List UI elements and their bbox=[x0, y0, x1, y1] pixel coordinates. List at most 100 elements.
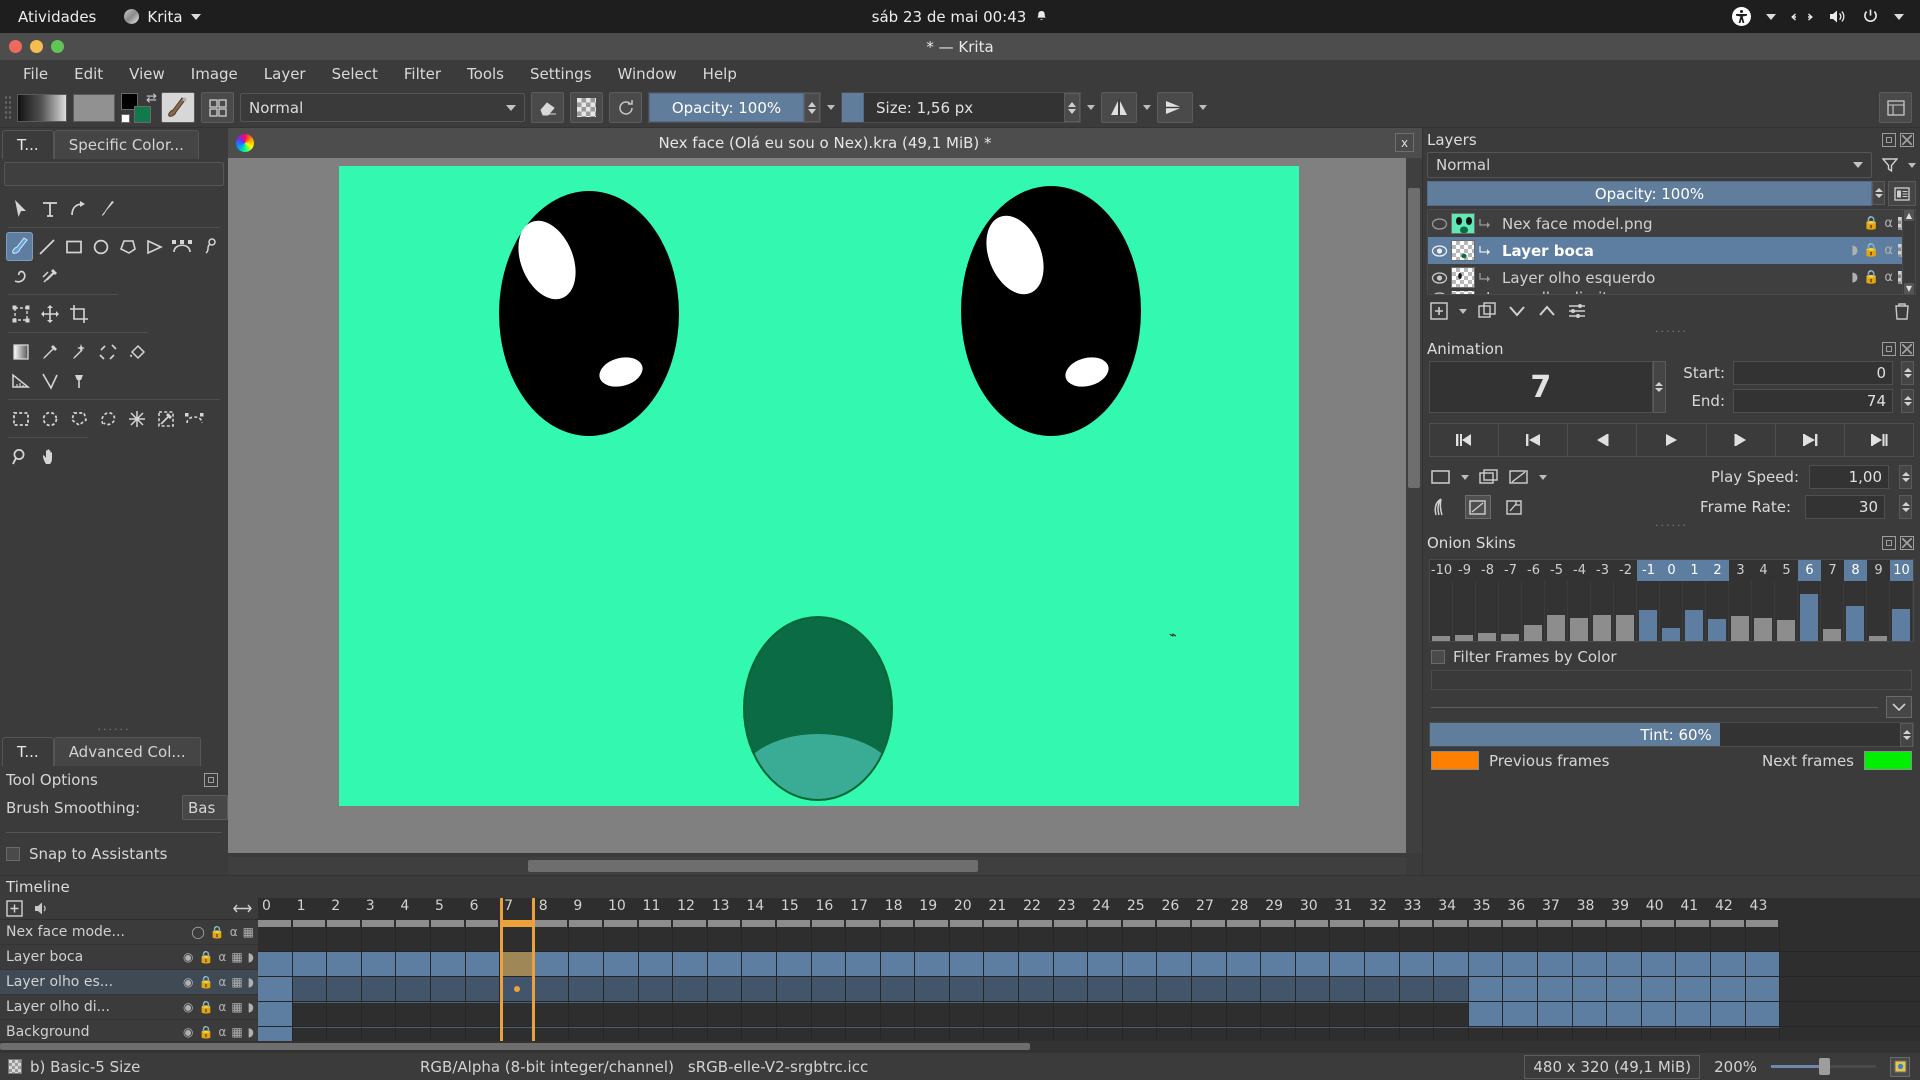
timeline-frame-cell[interactable] bbox=[1400, 977, 1435, 1001]
onion-tick--2[interactable]: -2 bbox=[1614, 560, 1637, 581]
add-keyframe-icon[interactable] bbox=[6, 900, 23, 917]
timeline-frame-label-16[interactable]: 16 bbox=[812, 898, 847, 920]
end-frame-field[interactable]: 74 bbox=[1733, 389, 1893, 413]
next-keyframe-icon[interactable] bbox=[1776, 424, 1845, 456]
tint-spinner[interactable] bbox=[1900, 723, 1913, 747]
alpha-lock-icon[interactable]: ▦ bbox=[231, 1000, 242, 1014]
timeline-frame-cell[interactable] bbox=[1607, 927, 1642, 951]
timeline-frame-cell[interactable] bbox=[1192, 952, 1227, 976]
reload-preset-button[interactable] bbox=[609, 92, 642, 123]
timeline-frame-label-4[interactable]: 4 bbox=[396, 898, 431, 920]
timeline-frame-cell[interactable] bbox=[1434, 927, 1469, 951]
timeline-frame-cell[interactable] bbox=[846, 977, 881, 1001]
timeline-frame-cell[interactable] bbox=[742, 952, 777, 976]
timeline-frame-cell[interactable] bbox=[1192, 1002, 1227, 1026]
brush-presets-popup-button[interactable] bbox=[201, 92, 234, 123]
timeline-playhead[interactable] bbox=[500, 898, 535, 1052]
previous-frame-icon[interactable] bbox=[1568, 424, 1637, 456]
timeline-frame-cell[interactable] bbox=[535, 952, 570, 976]
onion-tick-6[interactable]: 6 bbox=[1798, 560, 1821, 581]
timeline-frame-cell[interactable] bbox=[396, 1002, 431, 1026]
play-speed-field[interactable]: 1,00 bbox=[1809, 465, 1889, 489]
timeline-frame-label-23[interactable]: 23 bbox=[1054, 898, 1089, 920]
power-icon[interactable] bbox=[1862, 8, 1879, 25]
canvas-horizontal-scrollbar[interactable] bbox=[228, 857, 1406, 875]
timeline-frame-cell[interactable] bbox=[708, 927, 743, 951]
onion-tick-1[interactable]: 1 bbox=[1683, 560, 1706, 581]
timeline-frame-cell[interactable] bbox=[1296, 952, 1331, 976]
onion-bar--1[interactable] bbox=[1637, 581, 1660, 641]
alpha-icon[interactable]: α bbox=[218, 1025, 226, 1039]
lock-icon[interactable]: 🔒 bbox=[1863, 270, 1879, 285]
dynamic-brush-icon[interactable] bbox=[6, 261, 35, 290]
timeline-frame-cell[interactable] bbox=[915, 952, 950, 976]
timeline-frame-cell[interactable] bbox=[535, 977, 570, 1001]
add-layer-dropdown-icon[interactable] bbox=[1459, 309, 1467, 314]
timeline-frame-label-38[interactable]: 38 bbox=[1573, 898, 1608, 920]
workspace-chooser-button[interactable] bbox=[1879, 92, 1912, 123]
timeline-frame-cell[interactable] bbox=[950, 1002, 985, 1026]
timeline-frame-label-18[interactable]: 18 bbox=[881, 898, 916, 920]
onion-bar-5[interactable] bbox=[1775, 581, 1798, 641]
move-layer-up-icon[interactable] bbox=[1537, 301, 1557, 321]
timeline-frame-cell[interactable] bbox=[1330, 952, 1365, 976]
scrollbar-thumb[interactable] bbox=[528, 860, 978, 872]
alpha-icon[interactable]: α bbox=[1884, 270, 1893, 285]
timeline-frame-label-2[interactable]: 2 bbox=[327, 898, 362, 920]
timeline-frame-cell[interactable] bbox=[777, 952, 812, 976]
timeline-frame-cell[interactable] bbox=[915, 1002, 950, 1026]
timeline-frame-cell[interactable] bbox=[984, 927, 1019, 951]
rectangle-icon[interactable] bbox=[60, 232, 87, 261]
size-spinner[interactable] bbox=[1064, 93, 1080, 122]
timeline-frame-cell[interactable] bbox=[1054, 952, 1089, 976]
layer-row[interactable]: Layer olho direito bbox=[1428, 291, 1915, 295]
timeline-frame-label-10[interactable]: 10 bbox=[604, 898, 639, 920]
timeline-frame-label-41[interactable]: 41 bbox=[1676, 898, 1711, 920]
wrap-around-button[interactable] bbox=[1157, 92, 1193, 123]
line-icon[interactable] bbox=[33, 232, 60, 261]
timeline-frame-label-33[interactable]: 33 bbox=[1400, 898, 1435, 920]
timeline-grid[interactable]: 0123456789101112131415161718192021222324… bbox=[258, 898, 1920, 1052]
timeline-frame-cell[interactable] bbox=[1365, 1002, 1400, 1026]
timeline-frame-cell[interactable] bbox=[466, 977, 501, 1001]
timeline-frame-cell[interactable] bbox=[1746, 927, 1781, 951]
timeline-frame-cell[interactable] bbox=[1676, 977, 1711, 1001]
filter-frames-checkbox[interactable] bbox=[1431, 650, 1445, 664]
new-frame-icon[interactable] bbox=[1431, 467, 1451, 487]
timeline-frame-cell[interactable] bbox=[1503, 1002, 1538, 1026]
onion-bar--3[interactable] bbox=[1591, 581, 1614, 641]
timeline-frame-cell[interactable] bbox=[466, 927, 501, 951]
timeline-frame-label-39[interactable]: 39 bbox=[1607, 898, 1642, 920]
timeline-frame-cell[interactable] bbox=[639, 1002, 674, 1026]
filter-frames-row[interactable]: Filter Frames by Color bbox=[1423, 642, 1920, 666]
timeline-frame-cell[interactable] bbox=[812, 977, 847, 1001]
polygonal-select-icon[interactable] bbox=[64, 404, 93, 433]
onion-tick-4[interactable]: 4 bbox=[1752, 560, 1775, 581]
polygon-icon[interactable] bbox=[114, 232, 141, 261]
onion-bar--10[interactable] bbox=[1430, 581, 1453, 641]
timeline-frame-cell[interactable] bbox=[1503, 952, 1538, 976]
skip-to-end-icon[interactable] bbox=[1845, 424, 1914, 456]
timeline-frame-cell[interactable] bbox=[535, 927, 570, 951]
scrollbar-thumb[interactable] bbox=[0, 1043, 1030, 1050]
swap-colors-icon[interactable]: ⇄ bbox=[146, 91, 157, 106]
timeline-frame-label-1[interactable]: 1 bbox=[293, 898, 328, 920]
timeline-frame-cell[interactable] bbox=[1123, 952, 1158, 976]
timeline-frame-cell[interactable] bbox=[1330, 1002, 1365, 1026]
timeline-frame-cell[interactable] bbox=[431, 1002, 466, 1026]
menu-image[interactable]: Image bbox=[178, 62, 251, 86]
layer-thumbnail[interactable] bbox=[1451, 291, 1475, 295]
alpha-lock-icon[interactable]: ▦ bbox=[243, 925, 254, 939]
window-close-button[interactable] bbox=[9, 40, 22, 53]
onion-tick--6[interactable]: -6 bbox=[1522, 560, 1545, 581]
freehand-path-icon[interactable] bbox=[195, 232, 222, 261]
onion-skin-icon[interactable]: ◗ bbox=[248, 950, 254, 964]
accessibility-chevron-icon[interactable] bbox=[1766, 14, 1776, 20]
layer-name[interactable]: Layer olho direito bbox=[1478, 291, 1915, 295]
timeline-frame-cell[interactable] bbox=[673, 977, 708, 1001]
select-shapes-icon[interactable] bbox=[6, 194, 35, 223]
timeline-frame-cell[interactable] bbox=[881, 977, 916, 1001]
timeline-frame-cell[interactable] bbox=[1676, 927, 1711, 951]
fit-to-width-icon[interactable] bbox=[233, 902, 252, 915]
timeline-frame-cell[interactable] bbox=[466, 952, 501, 976]
